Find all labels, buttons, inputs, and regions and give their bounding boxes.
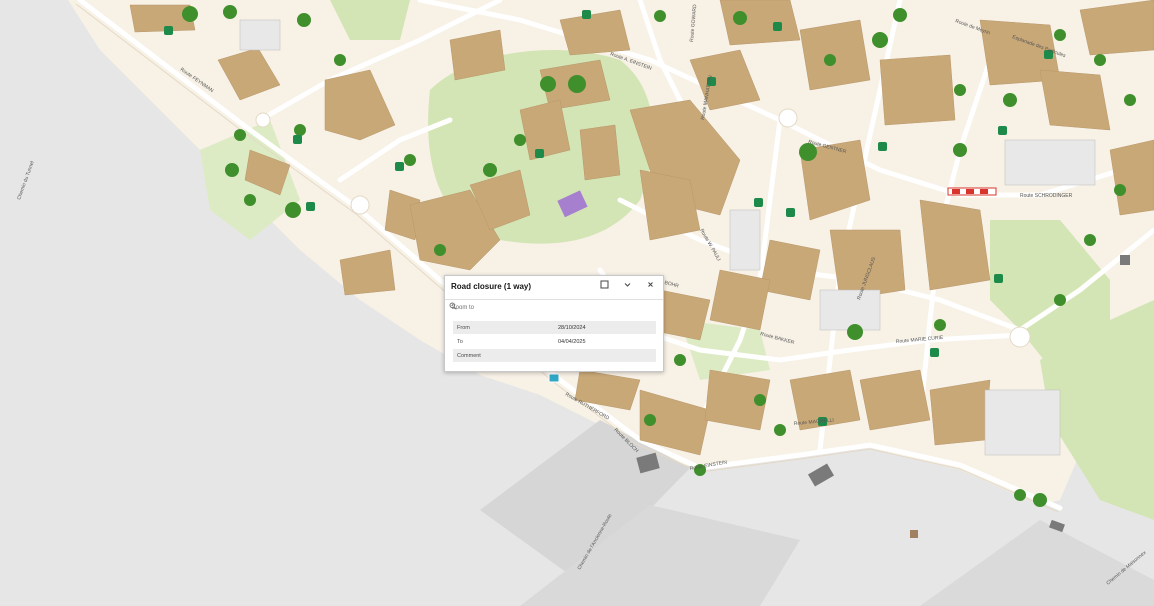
dock-square-icon[interactable] bbox=[600, 280, 614, 294]
road-closure-barrier bbox=[947, 187, 997, 196]
popup-header: Road closure (1 way) bbox=[445, 276, 663, 299]
street-label: Route SCHRODINGER bbox=[1020, 193, 1073, 199]
field-name: To bbox=[453, 334, 554, 349]
field-value: 04/04/2025 bbox=[554, 334, 656, 349]
table-row: To 04/04/2025 bbox=[453, 334, 656, 349]
roundabout bbox=[1009, 326, 1031, 348]
field-name: From bbox=[453, 321, 554, 335]
table-row: From 28/10/2024 bbox=[453, 321, 656, 335]
street-label: Chemin du Tunnel bbox=[16, 160, 36, 200]
roundabout bbox=[778, 108, 798, 128]
field-parcel bbox=[920, 520, 1154, 606]
zoom-to-button[interactable]: Zoom to bbox=[449, 302, 474, 314]
attribute-table: From 28/10/2024 To 04/04/2025 Comment bbox=[453, 321, 656, 363]
field-name: Comment bbox=[453, 348, 554, 363]
selected-feature-marker[interactable] bbox=[548, 373, 560, 383]
field-value bbox=[554, 348, 656, 363]
table-row: Comment bbox=[453, 348, 656, 363]
close-icon[interactable] bbox=[646, 280, 660, 294]
roundabout bbox=[255, 112, 271, 128]
chevron-down-icon[interactable] bbox=[623, 280, 637, 294]
feature-popup: Road closure (1 way) Zoom to From 28/10/… bbox=[444, 275, 664, 372]
popup-divider bbox=[445, 299, 663, 300]
map-view[interactable]: Route FEYNMAN Route RUTHERFORD Route EIN… bbox=[0, 0, 1154, 606]
roundabout bbox=[350, 195, 370, 215]
popup-title: Road closure (1 way) bbox=[451, 282, 532, 291]
field-value: 28/10/2024 bbox=[554, 321, 656, 335]
